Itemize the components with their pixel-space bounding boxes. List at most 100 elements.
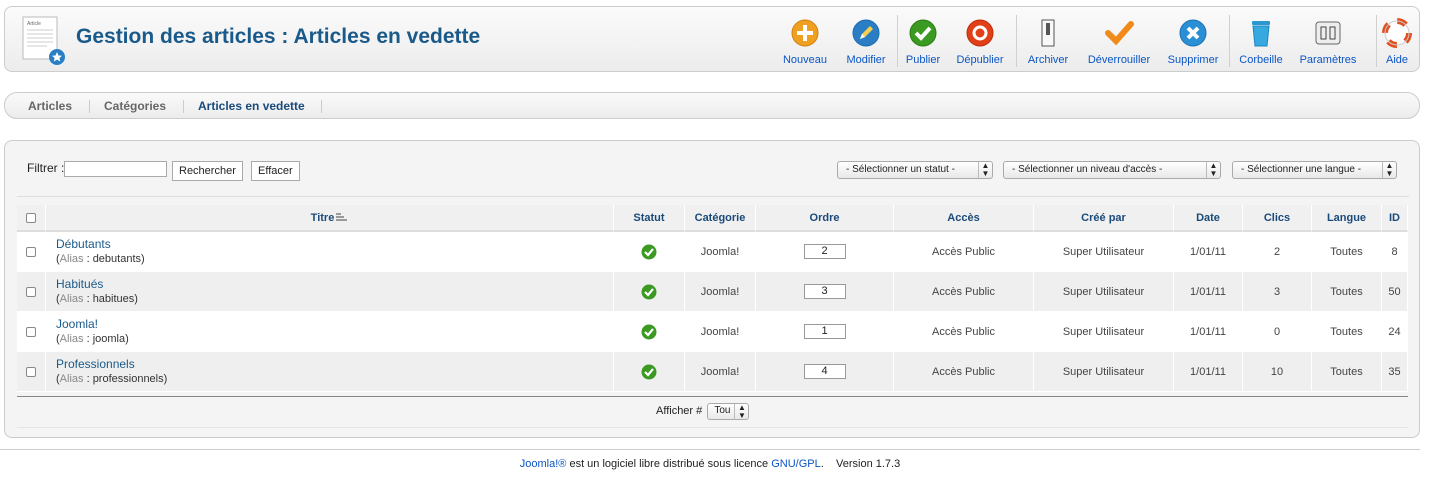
order-input[interactable]: 1 — [803, 324, 846, 339]
archive-button-label: Archiver — [1027, 54, 1069, 66]
table-body: Débutants (Alias : debutants) Joomla! 2 … — [17, 232, 1408, 392]
published-check-icon[interactable] — [641, 364, 657, 380]
column-status[interactable]: Statut — [614, 205, 685, 232]
delete-button[interactable]: Supprimer — [1162, 14, 1224, 68]
date-cell: 1/01/11 — [1174, 312, 1243, 352]
order-cell: 4 — [756, 352, 894, 392]
created-by-cell: Super Utilisateur — [1034, 232, 1174, 272]
article-title-link[interactable]: Débutants — [56, 236, 613, 252]
select-all-checkbox[interactable] — [26, 212, 36, 223]
column-created-by[interactable]: Créé par — [1034, 205, 1174, 232]
language-cell: Toutes — [1312, 352, 1382, 392]
category-cell: Joomla! — [685, 232, 756, 272]
submenu-item-featured[interactable]: Articles en vedette — [198, 99, 305, 113]
new-button-label: Nouveau — [782, 54, 828, 66]
toolbar-divider — [1229, 15, 1230, 67]
search-input[interactable] — [64, 161, 167, 177]
access-cell: Accès Public — [894, 312, 1034, 352]
order-cell: 3 — [756, 272, 894, 312]
submenu-item-articles[interactable]: Articles — [28, 99, 72, 113]
row-checkbox-cell — [17, 272, 46, 312]
stop-circle-icon — [966, 19, 994, 47]
column-hits[interactable]: Clics — [1243, 205, 1312, 232]
category-cell: Joomla! — [685, 272, 756, 312]
column-access[interactable]: Accès — [894, 205, 1034, 232]
settings-button-label: Paramètres — [1299, 54, 1357, 66]
access-cell: Accès Public — [894, 272, 1034, 312]
table-row: Débutants (Alias : debutants) Joomla! 2 … — [17, 232, 1408, 272]
category-cell: Joomla! — [685, 352, 756, 392]
submenu: Articles Catégories Articles en vedette — [4, 92, 1420, 119]
column-id[interactable]: ID — [1382, 205, 1408, 232]
help-button[interactable]: Aide — [1381, 14, 1413, 68]
trash-button[interactable]: Corbeille — [1236, 14, 1286, 68]
row-checkbox[interactable] — [26, 366, 36, 377]
row-checkbox[interactable] — [26, 326, 36, 337]
order-cell: 1 — [756, 312, 894, 352]
alias-text: (Alias : professionnels) — [56, 373, 168, 385]
archive-icon — [1041, 19, 1055, 47]
language-select[interactable]: - Sélectionner une langue - ▲ ▼ — [1232, 161, 1397, 179]
title-cell: Professionnels (Alias : professionnels) — [46, 352, 614, 392]
hits-cell: 0 — [1243, 312, 1312, 352]
help-button-label: Aide — [1385, 54, 1409, 66]
pager-label: Afficher # — [656, 405, 703, 417]
select-arrows-icon: ▲ ▼ — [734, 404, 748, 420]
select-arrows-icon: ▲ ▼ — [978, 162, 992, 178]
alias-text: (Alias : joomla) — [56, 333, 129, 345]
column-order[interactable]: Ordre — [756, 205, 894, 232]
submenu-divider — [89, 100, 90, 113]
settings-button[interactable]: Paramètres — [1296, 14, 1360, 68]
list-limit-value: Tou — [714, 405, 731, 416]
order-input[interactable]: 4 — [803, 364, 846, 379]
article-title-link[interactable]: Habitués — [56, 276, 613, 292]
license-link[interactable]: GNU/GPL — [771, 458, 821, 470]
publish-button[interactable]: Publier — [903, 14, 943, 68]
search-button[interactable]: Rechercher — [172, 161, 243, 181]
alias-text: (Alias : habitues) — [56, 293, 138, 305]
table-header-row: Titre Statut Catégorie Ordre Accès Créé … — [17, 205, 1408, 232]
column-date[interactable]: Date — [1174, 205, 1243, 232]
published-check-icon[interactable] — [641, 244, 657, 260]
select-all-header — [17, 205, 46, 232]
check-circle-icon — [909, 19, 937, 47]
published-check-icon[interactable] — [641, 284, 657, 300]
edit-button[interactable]: Modifier — [840, 14, 892, 68]
new-button[interactable]: Nouveau — [779, 14, 831, 68]
clear-button[interactable]: Effacer — [251, 161, 300, 181]
order-input[interactable]: 2 — [803, 244, 846, 259]
article-title-link[interactable]: Professionnels — [56, 356, 613, 372]
order-input[interactable]: 3 — [803, 284, 846, 299]
language-cell: Toutes — [1312, 312, 1382, 352]
table-row: Joomla! (Alias : joomla) Joomla! 1 Accès… — [17, 312, 1408, 352]
created-by-cell: Super Utilisateur — [1034, 312, 1174, 352]
edit-button-label: Modifier — [846, 54, 886, 66]
language-select-value: - Sélectionner une langue - — [1241, 164, 1362, 175]
lifebuoy-icon — [1382, 18, 1412, 48]
row-checkbox[interactable] — [26, 246, 36, 257]
column-language[interactable]: Langue — [1312, 205, 1382, 232]
list-limit-select[interactable]: Tou ▲ ▼ — [707, 403, 750, 420]
row-checkbox-cell — [17, 232, 46, 272]
submenu-divider — [321, 100, 322, 113]
toolbar: Nouveau Modifier Publier Dépublier Archi… — [5, 7, 1419, 71]
published-check-icon[interactable] — [641, 324, 657, 340]
column-category[interactable]: Catégorie — [685, 205, 756, 232]
articles-table: Titre Statut Catégorie Ordre Accès Créé … — [17, 205, 1408, 392]
status-select-value: - Sélectionner un statut - — [846, 164, 955, 175]
access-select[interactable]: - Sélectionner un niveau d'accès - ▲ ▼ — [1003, 161, 1221, 179]
submenu-item-categories[interactable]: Catégories — [104, 99, 166, 113]
status-select[interactable]: - Sélectionner un statut - ▲ ▼ — [837, 161, 993, 179]
article-title-link[interactable]: Joomla! — [56, 316, 613, 332]
id-cell: 24 — [1382, 312, 1408, 352]
unpublish-button[interactable]: Dépublier — [953, 14, 1007, 68]
sort-icon — [336, 213, 348, 221]
joomla-link[interactable]: Joomla!® — [520, 458, 567, 470]
unlock-button[interactable]: Déverrouiller — [1083, 14, 1155, 68]
row-checkbox[interactable] — [26, 286, 36, 297]
archive-button[interactable]: Archiver — [1023, 14, 1073, 68]
status-cell — [614, 352, 685, 392]
order-cell: 2 — [756, 232, 894, 272]
column-title[interactable]: Titre — [46, 205, 614, 232]
hits-cell: 10 — [1243, 352, 1312, 392]
